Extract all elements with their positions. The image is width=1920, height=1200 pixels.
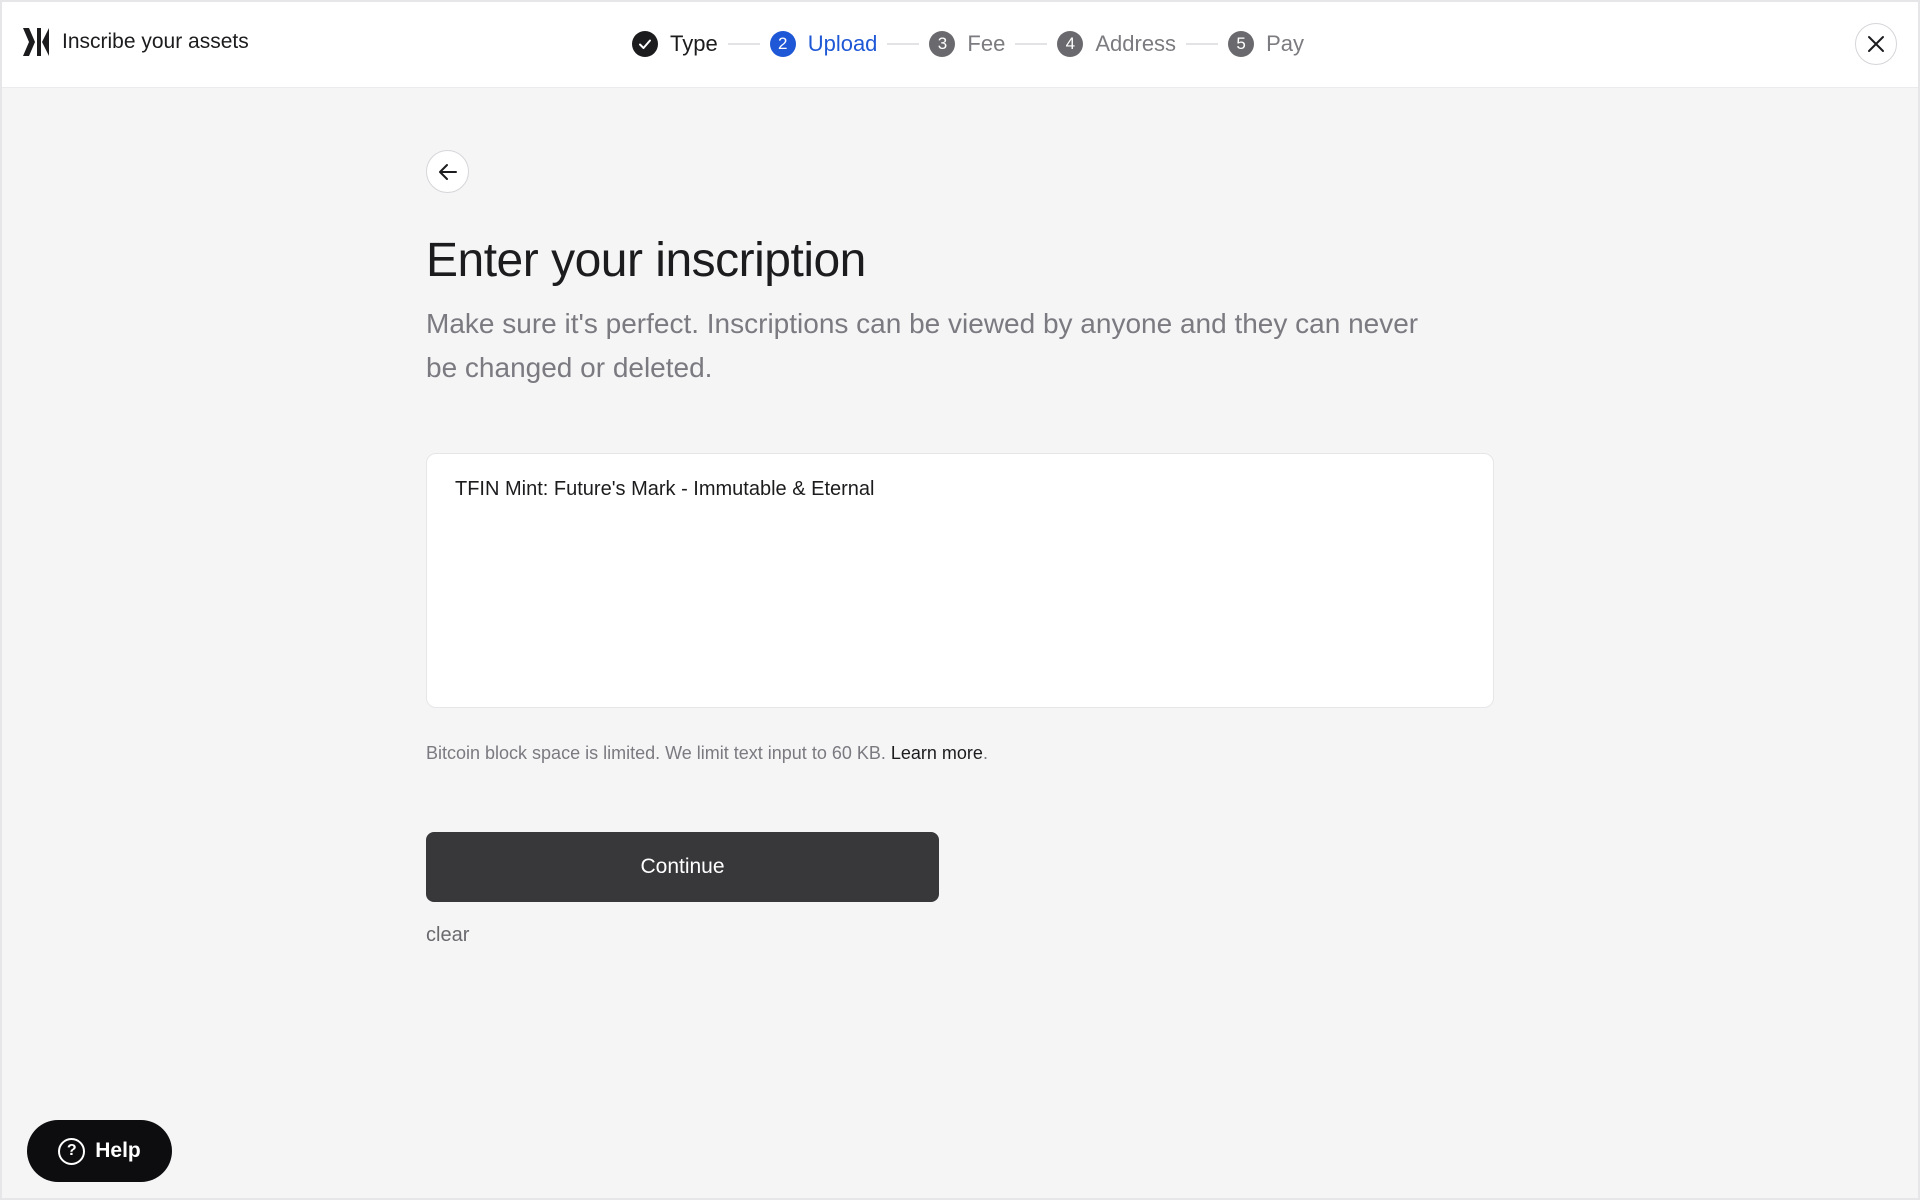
step-connector	[1186, 43, 1219, 45]
step-number: 5	[1228, 31, 1255, 57]
limit-note-text: Bitcoin block space is limited. We limit…	[426, 743, 886, 763]
step-connector	[887, 43, 920, 45]
close-icon	[1868, 36, 1884, 52]
step-label: Type	[670, 31, 718, 56]
step-type[interactable]: Type	[632, 31, 718, 57]
step-number: 2	[769, 31, 796, 57]
step-label: Pay	[1266, 31, 1304, 56]
question-circle-icon: ?	[58, 1137, 86, 1165]
brand-logo-icon	[23, 28, 49, 56]
check-icon	[632, 31, 658, 57]
step-label: Address	[1095, 31, 1177, 56]
step-connector	[727, 43, 760, 45]
arrow-left-icon	[438, 163, 457, 180]
top-bar: Inscribe your assets Type 2 Upload 3 Fee…	[0, 0, 1920, 88]
stepper: Type 2 Upload 3 Fee 4 Address 5 Pay	[632, 30, 1304, 58]
step-fee[interactable]: 3 Fee	[929, 31, 1005, 57]
learn-more-link[interactable]: Learn more	[891, 743, 983, 763]
help-button[interactable]: ? Help	[27, 1120, 172, 1182]
clear-button[interactable]: clear	[426, 924, 469, 947]
step-number: 3	[929, 31, 956, 57]
text-limit-note: Bitcoin block space is limited. We limit…	[426, 743, 988, 764]
inscription-textarea[interactable]: TFIN Mint: Future's Mark - Immutable & E…	[426, 453, 1494, 708]
step-label: Upload	[807, 31, 878, 56]
help-label: Help	[95, 1139, 141, 1162]
note-period: .	[982, 743, 988, 763]
continue-button[interactable]: Continue	[426, 832, 939, 902]
brand: Inscribe your assets	[22, 27, 249, 57]
app-title: Inscribe your assets	[62, 30, 249, 53]
step-connector	[1015, 43, 1048, 45]
step-number: 4	[1057, 31, 1084, 57]
close-button[interactable]	[1855, 23, 1897, 65]
step-address[interactable]: 4 Address	[1057, 31, 1176, 57]
back-button[interactable]	[426, 150, 469, 193]
step-label: Fee	[967, 31, 1006, 56]
step-pay[interactable]: 5 Pay	[1228, 31, 1304, 57]
page-subtitle: Make sure it's perfect. Inscriptions can…	[426, 308, 1419, 383]
step-upload[interactable]: 2 Upload	[769, 31, 878, 57]
page-title: Enter your inscription	[426, 234, 866, 287]
